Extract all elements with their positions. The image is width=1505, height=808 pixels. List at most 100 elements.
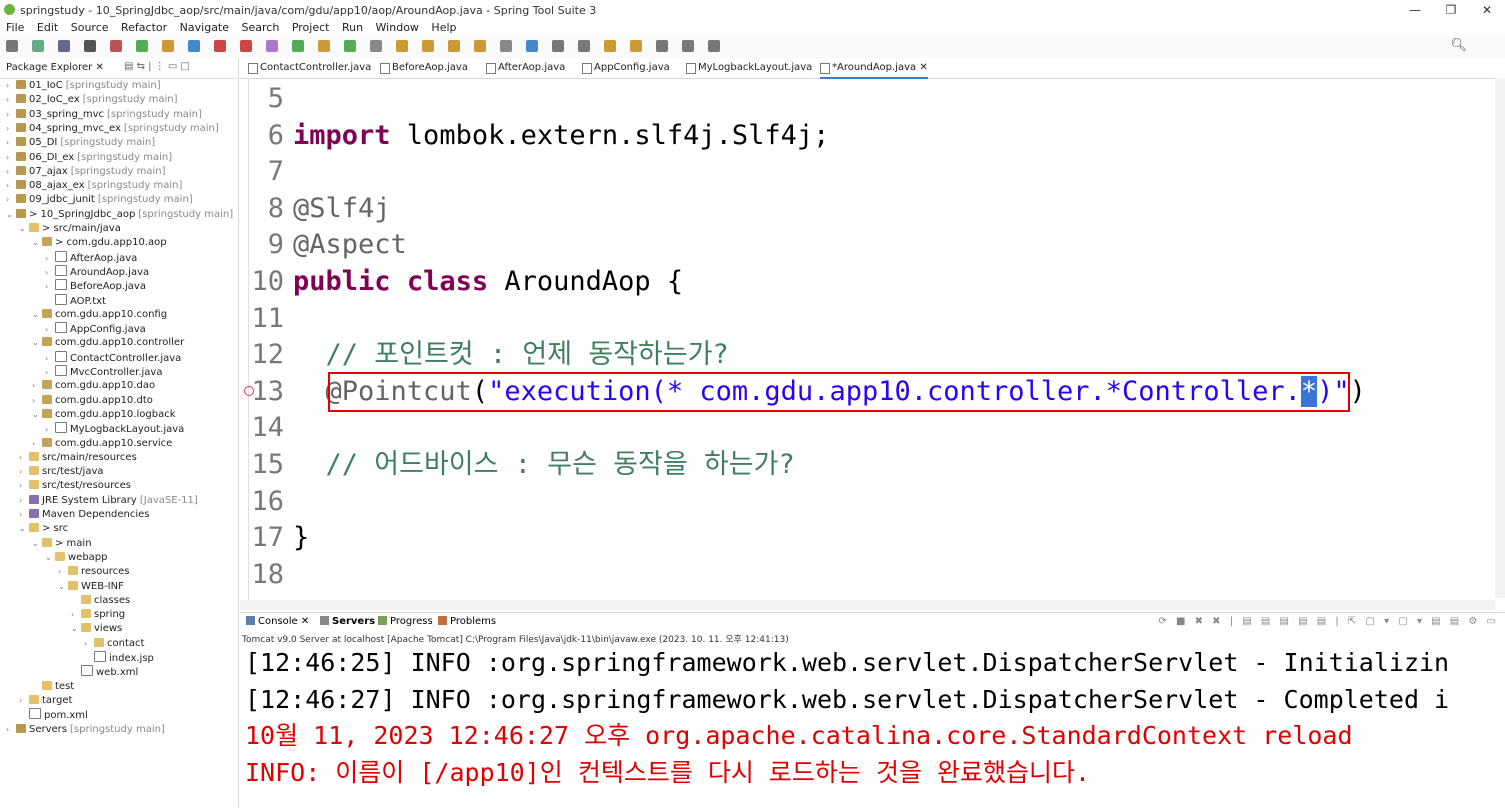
tree-item[interactable]: › AroundAop.java — [45, 264, 149, 280]
toolbar-button-icon[interactable] — [630, 40, 642, 52]
tree-item[interactable]: › AfterAop.java — [45, 250, 137, 266]
toolbar-button-icon[interactable] — [370, 40, 382, 52]
tree-item[interactable]: › AppConfig.java — [45, 322, 146, 336]
toolbar-button-icon[interactable] — [500, 40, 512, 52]
expand-arrow-icon[interactable]: › — [6, 136, 16, 150]
toolbar-button-icon[interactable] — [214, 40, 226, 52]
toolbar-button-icon[interactable] — [396, 40, 408, 52]
tree-item[interactable]: › src/main/resources — [19, 451, 137, 465]
tree-item[interactable]: web.xml — [71, 665, 138, 679]
tree-item[interactable]: ⌄ > 10_SpringJdbc_aop [springstudy main] — [6, 208, 233, 222]
menu-search[interactable]: Search — [242, 20, 280, 36]
menu-refactor[interactable]: Refactor — [121, 20, 167, 36]
error-marker-icon[interactable] — [244, 386, 254, 396]
expand-arrow-icon[interactable]: › — [45, 423, 55, 437]
editor-tab[interactable]: AfterAop.java — [486, 58, 565, 77]
expand-arrow-icon[interactable]: › — [45, 366, 55, 380]
expand-arrow-icon[interactable]: › — [6, 179, 16, 193]
menu-navigate[interactable]: Navigate — [180, 20, 229, 36]
code-line[interactable]: 7 — [240, 154, 1490, 190]
package-explorer-tools[interactable]: ▤ ⇆ | ⋮ ▭ □ — [124, 61, 190, 72]
expand-arrow-icon[interactable]: › — [45, 280, 55, 294]
tree-item[interactable]: index.jsp — [84, 651, 154, 665]
expand-arrow-icon[interactable]: ⌄ — [45, 551, 55, 565]
tree-item[interactable]: ⌄ com.gdu.app10.logback — [32, 408, 175, 422]
code-line[interactable]: 14 — [240, 410, 1490, 446]
code-line[interactable]: 16 — [240, 484, 1490, 520]
expand-arrow-icon[interactable]: ⌄ — [19, 522, 29, 536]
code-line[interactable]: 8 @Slf4j — [240, 191, 1490, 227]
menu-edit[interactable]: Edit — [37, 20, 58, 36]
expand-arrow-icon[interactable]: ⌄ — [19, 222, 29, 236]
tab-problems[interactable]: Problems — [438, 616, 496, 627]
minimize-button[interactable]: — — [1397, 0, 1433, 20]
tree-item[interactable]: ⌄ > src/main/java — [19, 222, 121, 236]
tree-item[interactable]: ⌄ > src — [19, 522, 68, 536]
code-line[interactable]: 9 @Aspect — [240, 227, 1490, 263]
toolbar-button-icon[interactable] — [32, 40, 44, 52]
tree-item[interactable]: › src/test/java — [19, 465, 104, 479]
toolbar-button-icon[interactable] — [682, 40, 694, 52]
close-button[interactable]: ✕ — [1469, 0, 1505, 20]
expand-arrow-icon[interactable]: › — [6, 79, 16, 93]
expand-arrow-icon[interactable]: › — [6, 151, 16, 165]
tree-item[interactable]: › BeforeAop.java — [45, 279, 146, 293]
expand-arrow-icon[interactable]: › — [19, 694, 29, 708]
expand-arrow-icon[interactable]: ⌄ — [32, 408, 42, 422]
tree-item[interactable]: › src/test/resources — [19, 479, 131, 493]
tree-item[interactable]: ⌄ com.gdu.app10.controller — [32, 336, 184, 350]
toolbar-button-icon[interactable] — [526, 40, 538, 52]
tree-item[interactable]: › com.gdu.app10.dao — [32, 379, 155, 393]
tree-item[interactable]: ⌄ > com.gdu.app10.aop — [32, 236, 167, 250]
code-line[interactable]: 17} — [240, 520, 1490, 556]
vertical-scrollbar[interactable] — [1495, 78, 1505, 598]
expand-arrow-icon[interactable]: › — [45, 252, 55, 266]
tree-item[interactable]: › 08_ajax_ex [springstudy main] — [6, 179, 182, 193]
tree-item[interactable]: › 04_spring_mvc_ex [springstudy main] — [6, 122, 219, 136]
search-icon[interactable]: 🔍︎ — [1450, 38, 1467, 53]
tree-item[interactable]: › com.gdu.app10.service — [32, 437, 172, 451]
tree-item[interactable]: ⌄ com.gdu.app10.config — [32, 308, 167, 322]
menu-file[interactable]: File — [6, 20, 24, 36]
toolbar-button-icon[interactable] — [656, 40, 668, 52]
editor-tab[interactable]: BeforeAop.java — [380, 58, 468, 77]
expand-arrow-icon[interactable]: ⌄ — [32, 236, 42, 250]
toolbar-button-icon[interactable] — [84, 40, 96, 52]
tree-item[interactable]: › com.gdu.app10.dto — [32, 394, 153, 408]
editor-tab[interactable]: ContactController.java — [248, 58, 371, 77]
tree-item[interactable]: › 07_ajax [springstudy main] — [6, 165, 166, 179]
toolbar-button-icon[interactable] — [422, 40, 434, 52]
tree-item[interactable]: › Maven Dependencies — [19, 508, 150, 522]
expand-arrow-icon[interactable]: › — [32, 379, 42, 393]
toolbar-button-icon[interactable] — [6, 40, 18, 52]
tree-item[interactable]: › ContactController.java — [45, 350, 181, 365]
expand-arrow-icon[interactable]: › — [32, 394, 42, 408]
toolbar-button-icon[interactable] — [708, 40, 720, 52]
expand-arrow-icon[interactable]: ⌄ — [6, 208, 16, 222]
expand-arrow-icon[interactable]: › — [71, 608, 81, 622]
expand-arrow-icon[interactable]: › — [58, 565, 68, 579]
horizontal-scrollbar[interactable] — [240, 600, 1495, 610]
code-line[interactable]: 18 — [240, 557, 1490, 593]
toolbar-button-icon[interactable] — [162, 40, 174, 52]
expand-arrow-icon[interactable]: › — [6, 108, 16, 122]
expand-arrow-icon[interactable]: › — [6, 165, 16, 179]
tree-item[interactable]: › 05_DI [springstudy main] — [6, 136, 155, 150]
expand-arrow-icon[interactable]: ⌄ — [32, 537, 42, 551]
tree-item[interactable]: › 09_jdbc_junit [springstudy main] — [6, 193, 193, 207]
close-tab-icon[interactable]: ✕ — [916, 62, 927, 73]
toolbar-button-icon[interactable] — [110, 40, 122, 52]
toolbar-button-icon[interactable] — [318, 40, 330, 52]
code-line[interactable]: 12 // 포인트컷 : 언제 동작하는가? — [240, 337, 1490, 373]
expand-arrow-icon[interactable]: › — [19, 465, 29, 479]
tree-item[interactable]: › MyLogbackLayout.java — [45, 422, 184, 436]
expand-arrow-icon[interactable]: › — [84, 637, 94, 651]
tree-item[interactable]: ⌄ WEB-INF — [58, 580, 124, 594]
expand-arrow-icon[interactable]: › — [45, 266, 55, 280]
expand-arrow-icon[interactable]: › — [32, 437, 42, 451]
code-line[interactable]: 10 public class AroundAop { — [240, 264, 1490, 300]
toolbar-button-icon[interactable] — [240, 40, 252, 52]
tree-item[interactable]: test — [32, 680, 74, 694]
code-line[interactable]: 15 // 어드바이스 : 무슨 동작을 하는가? — [240, 447, 1490, 483]
menu-help[interactable]: Help — [431, 20, 456, 36]
